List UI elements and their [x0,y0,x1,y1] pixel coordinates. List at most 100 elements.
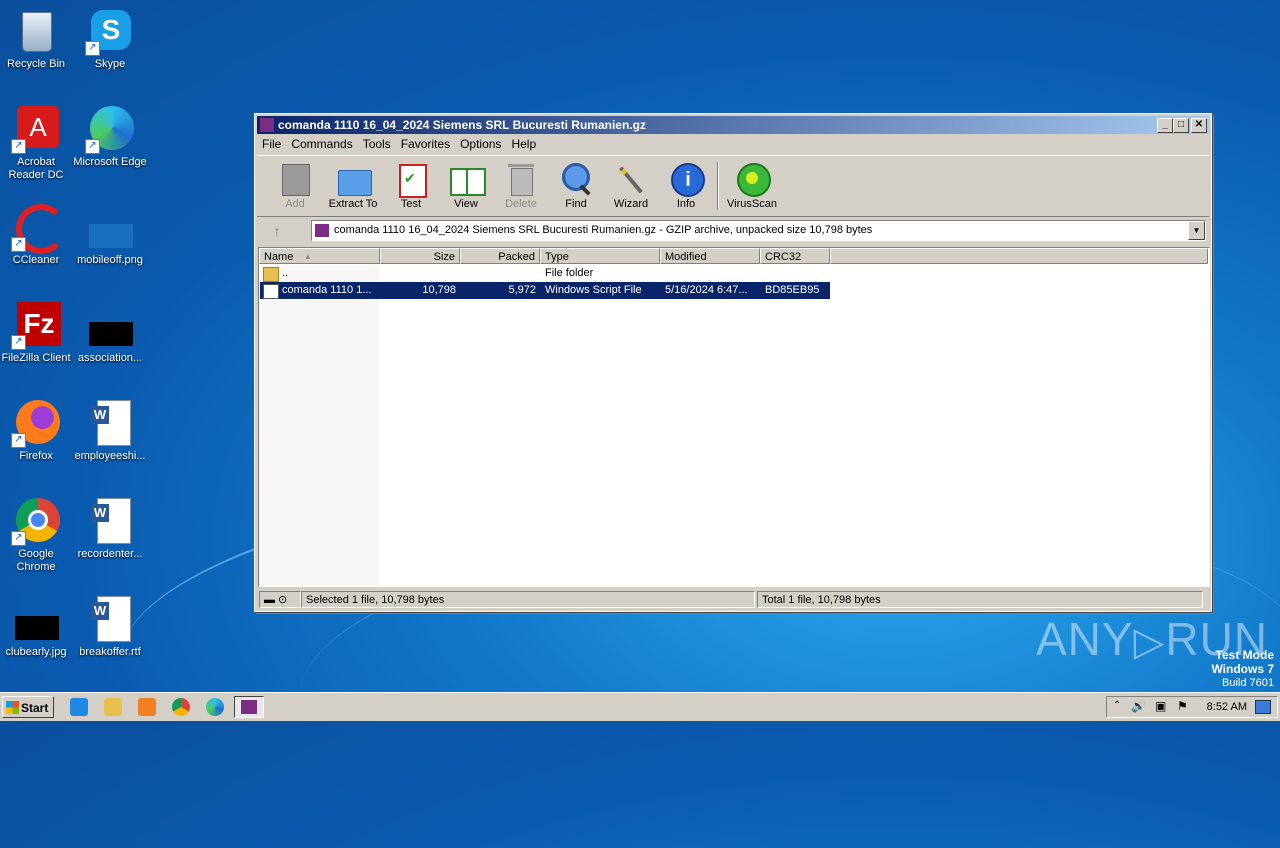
maximize-button[interactable]: □ [1173,118,1189,133]
menu-options[interactable]: Options [455,135,506,154]
table-row[interactable]: comanda 1110 1... 10,798 5,972 Windows S… [260,282,830,299]
virusscan-button[interactable]: VirusScan [724,162,780,210]
add-button[interactable]: Add [269,162,321,210]
start-button[interactable]: Start [2,696,54,718]
column-header-name[interactable]: Name ▲ [259,248,380,264]
desktop-icon-recordenter[interactable]: W recordenter... [72,498,148,561]
drive-icon[interactable]: ▬ ⊙ [259,591,301,608]
show-desktop-icon[interactable] [1255,700,1271,714]
chevron-up-icon[interactable]: ⌃ [1113,700,1121,711]
column-header-size[interactable]: Size [380,248,460,264]
table-row[interactable]: .. File folder [260,265,830,282]
magnifier-icon [559,162,593,196]
desktop-icon-employeeshi[interactable]: W employeeshi... [72,400,148,463]
column-header-crc32[interactable]: CRC32 [760,248,830,264]
wizard-button[interactable]: ✦ Wizard [605,162,657,210]
media-player-icon[interactable] [138,698,156,716]
recycle-bin-icon [13,8,59,54]
shortcut-arrow-icon: ↗ [11,335,26,350]
cell-name: .. [282,267,289,279]
system-tray: ⌃ 🔊 ▣ ⚑ 8:52 AM [1106,696,1278,718]
desktop-icon-label: clubearly.jpg [5,646,67,658]
desktop-icon-chrome[interactable]: ↗ Google Chrome [0,498,74,574]
action-center-flag-icon[interactable]: ⚑ [1177,699,1188,713]
desktop-icon-label: Google Chrome [16,548,56,573]
edge-taskbar-icon[interactable] [206,698,224,716]
play-triangle-icon: ▷ [1133,620,1166,664]
filezilla-icon: Fz ↗ [11,302,61,350]
shortcut-arrow-icon: ↗ [11,531,26,546]
file-list[interactable]: Name ▲ Size Packed Type Modified CRC32 ..… [258,247,1210,587]
address-bar: ↑ comanda 1110 16_04_2024 Siemens SRL Bu… [257,218,1209,242]
test-button[interactable]: ✔ Test [385,162,437,210]
minimize-button[interactable]: _ [1157,118,1173,133]
column-header-type[interactable]: Type [540,248,660,264]
menu-tools[interactable]: Tools [358,135,396,154]
menu-commands[interactable]: Commands [286,135,357,154]
test-checklist-icon: ✔ [394,162,428,198]
desktop-icon-association[interactable]: association... [72,302,148,365]
watermark-line2: Windows 7 [1211,662,1274,676]
desktop-icon-label: CCleaner [12,254,60,266]
desktop-icon-mobileoff[interactable]: mobileoff.png [72,204,148,267]
add-label: Add [285,198,305,210]
delete-button[interactable]: Delete [495,162,547,210]
chrome-taskbar-icon[interactable] [172,698,190,716]
start-label: Start [21,701,49,715]
desktop-icon-label: Firefox [19,450,53,462]
network-icon[interactable]: ▣ [1155,699,1166,713]
column-header-packed[interactable]: Packed [460,248,540,264]
cell-packed: 5,972 [508,284,536,296]
shortcut-arrow-icon: ↗ [11,237,26,252]
extract-to-button[interactable]: Extract To [327,162,379,210]
watermark-line3: Build 7601 [1222,677,1274,689]
volume-icon[interactable]: 🔊 [1131,699,1146,713]
extract-to-label: Extract To [328,198,378,210]
desktop-icon-ccleaner[interactable]: ↗ CCleaner [0,204,74,267]
desktop-icon-clubearly[interactable]: clubearly.jpg [0,596,74,659]
desktop-icon-filezilla[interactable]: Fz ↗ FileZilla Client [0,302,74,365]
trash-icon [504,162,538,196]
find-button[interactable]: Find [550,162,602,210]
desktop-icon-acrobat[interactable]: A ↗ Acrobat Reader DC [0,106,74,182]
watermark-line1: Test Mode [1215,648,1274,662]
desktop-icon-breakoffer[interactable]: W breakoffer.rtf [72,596,148,659]
explorer-folder-icon[interactable] [104,698,122,716]
info-button[interactable]: i Info [660,162,712,210]
chevron-down-icon[interactable]: ▼ [1188,221,1205,240]
view-button[interactable]: View [440,162,492,210]
test-label: Test [400,198,422,210]
menu-help[interactable]: Help [506,135,541,154]
extract-folder-icon [336,162,372,196]
up-arrow-icon[interactable]: ↑ [265,222,289,240]
cell-size: 10,798 [422,284,456,296]
column-header-modified[interactable]: Modified [660,248,760,264]
info-label: Info [676,198,696,210]
view-book-icon [449,162,486,196]
clock[interactable]: 8:52 AM [1207,697,1247,717]
desktop-icon-firefox[interactable]: ↗ Firefox [0,400,74,463]
image-file-icon [87,204,133,250]
desktop-icon-edge[interactable]: ↗ Microsoft Edge [72,106,148,169]
close-button[interactable]: ✕ [1191,118,1207,133]
desktop-icon-skype[interactable]: S ↗ Skype [72,8,148,71]
cell-crc32: BD85EB95 [765,284,820,296]
ccleaner-icon: ↗ [11,204,66,254]
word-document-icon: W [87,596,133,642]
menu-favorites[interactable]: Favorites [396,135,455,154]
script-file-icon [263,284,279,299]
wizard-label: Wizard [613,198,649,210]
winrar-taskbar-button[interactable] [234,696,264,718]
cell-modified: 5/16/2024 6:47... [665,284,748,296]
desktop-icon-label: Skype [94,58,126,70]
desktop-icon-recycle-bin[interactable]: Recycle Bin [0,8,74,71]
address-field[interactable]: comanda 1110 16_04_2024 Siemens SRL Bucu… [311,220,1206,241]
column-header-label: Name [264,251,294,263]
winrar-window: comanda 1110 16_04_2024 Siemens SRL Bucu… [254,113,1212,612]
desktop-icon-label: mobileoff.png [77,254,143,266]
cell-type: Windows Script File [545,284,642,296]
internet-explorer-icon[interactable] [70,698,88,716]
title-bar[interactable]: comanda 1110 16_04_2024 Siemens SRL Bucu… [257,116,1209,134]
name-column-background [259,265,379,586]
menu-file[interactable]: File [257,135,286,154]
